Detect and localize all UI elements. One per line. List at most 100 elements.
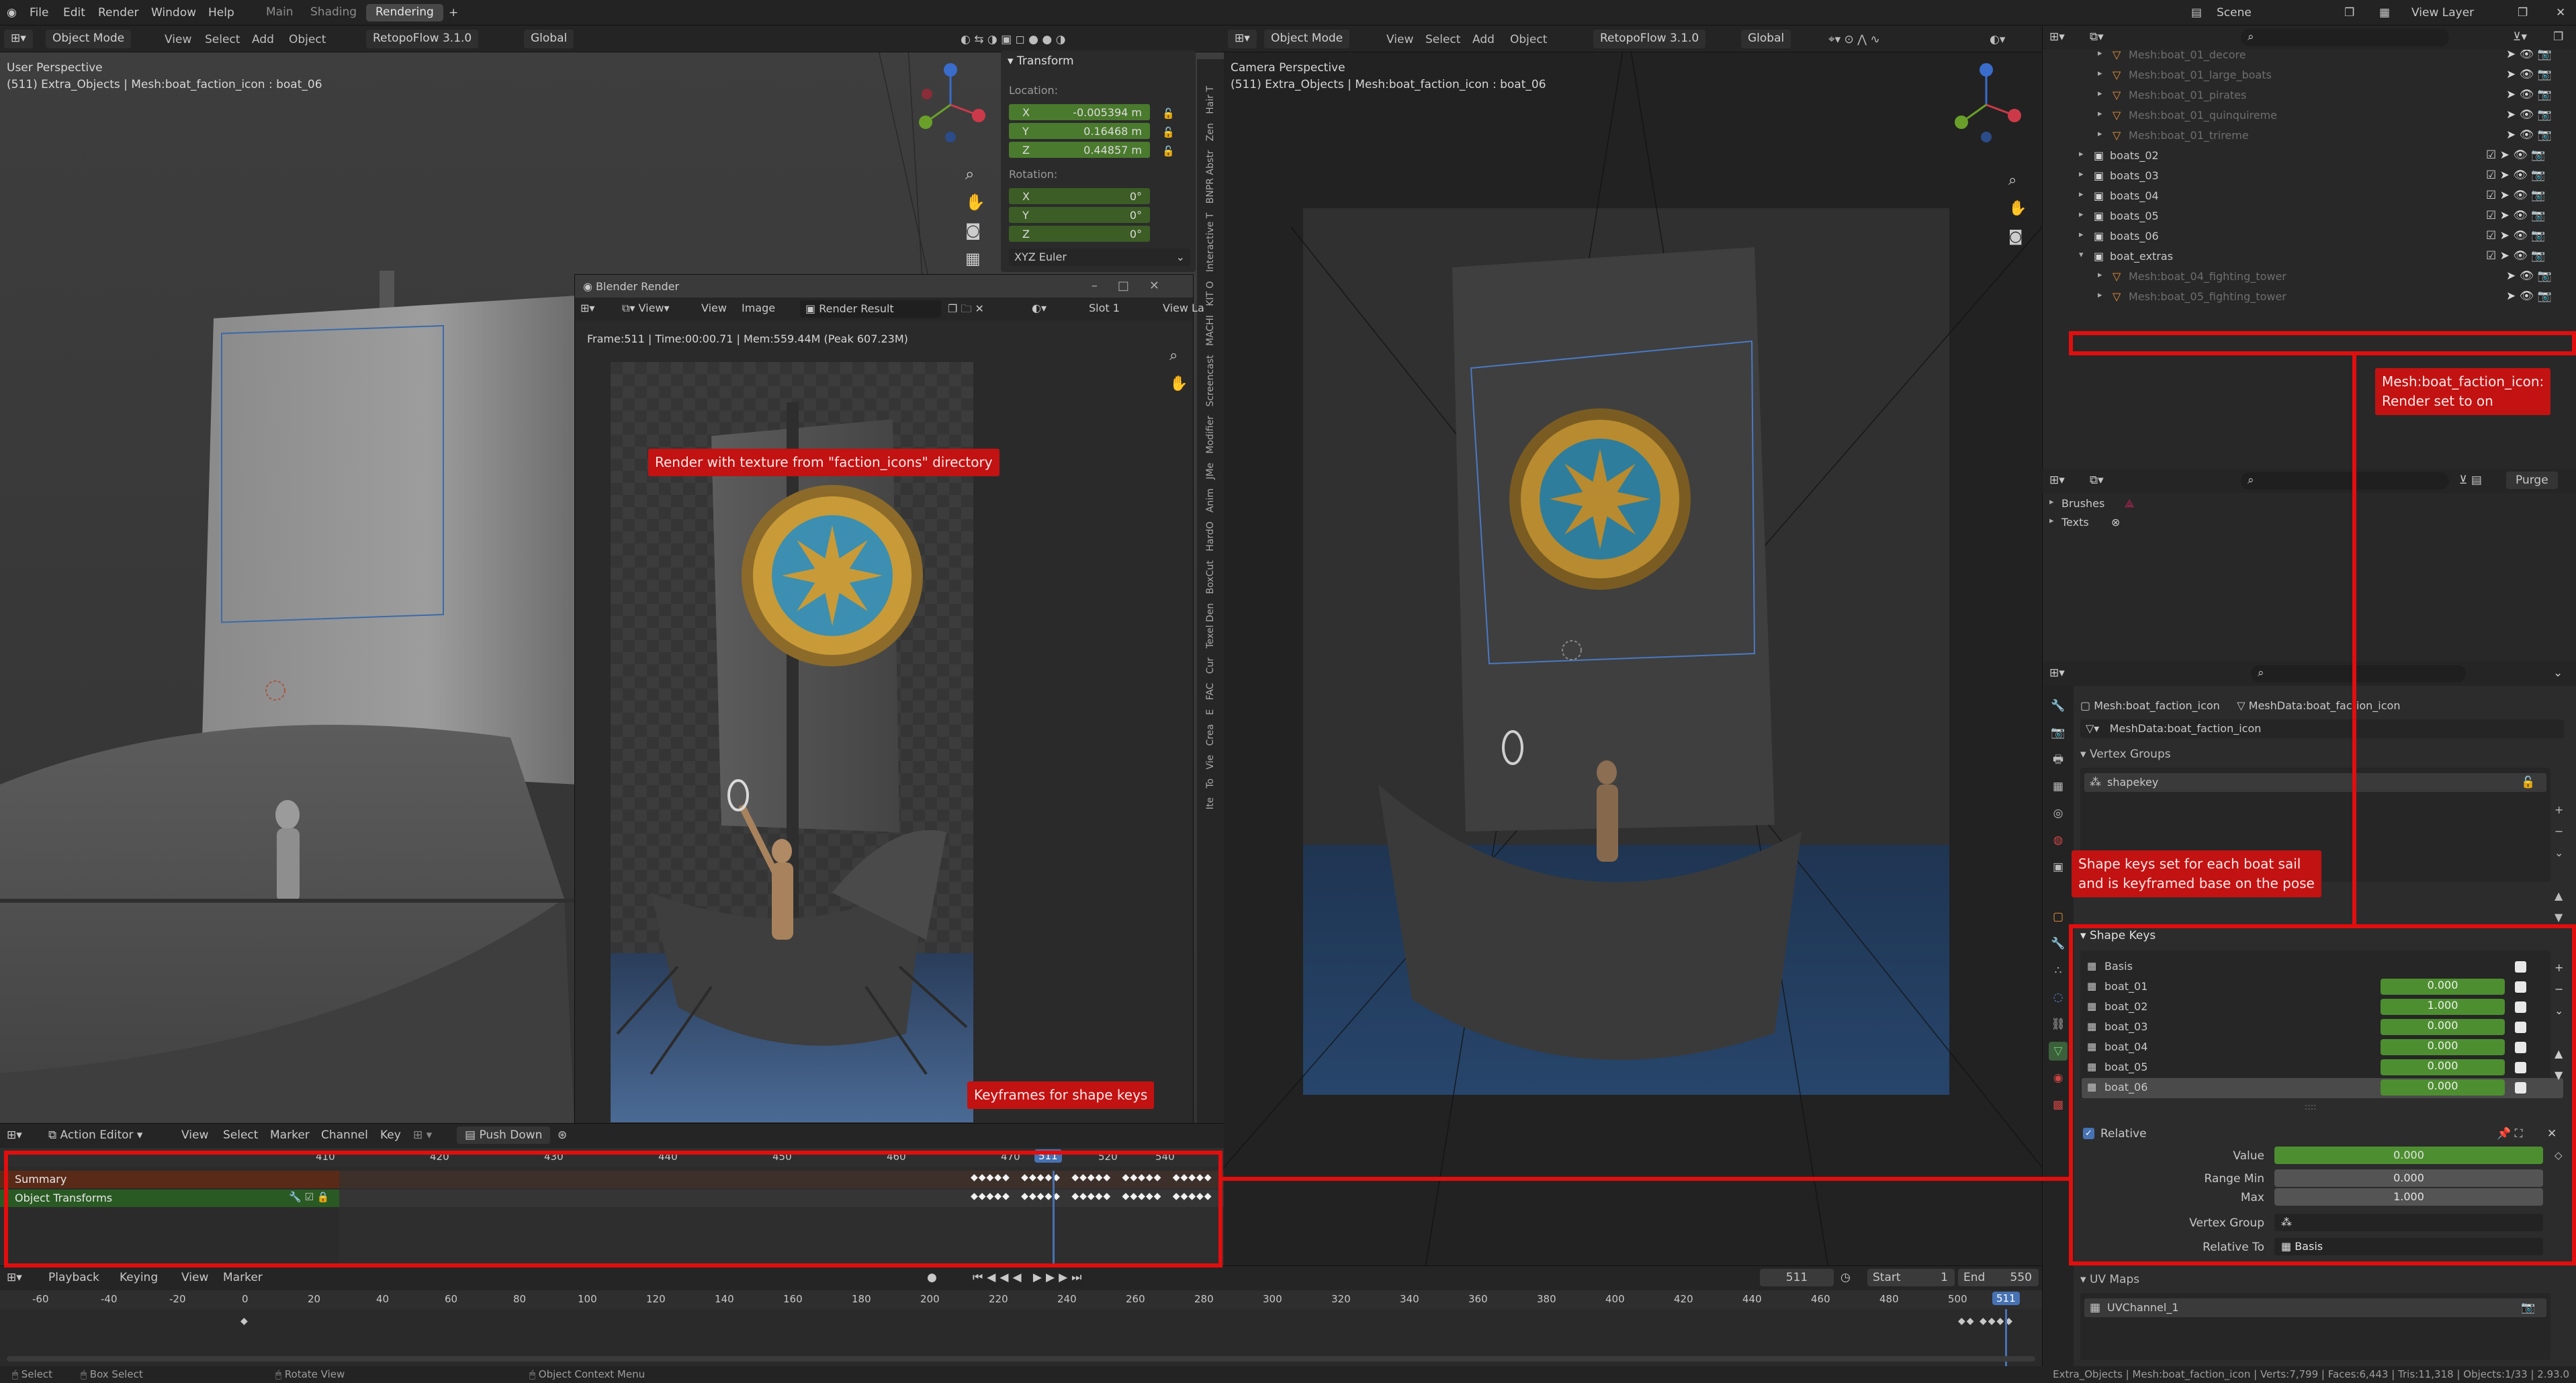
transform-panel-title[interactable]: ▾ Transform — [1008, 54, 1074, 68]
editor-mode-dropdown[interactable]: ⧉ Action Editor ▾ — [48, 1128, 142, 1142]
tab-hardops[interactable]: HardO — [1205, 521, 1216, 551]
tab-item[interactable]: Ite — [1205, 797, 1216, 809]
tab-jme[interactable]: JMe — [1205, 463, 1216, 480]
expand-arrow-icon[interactable]: ▸ — [2079, 189, 2084, 199]
tab-tool[interactable]: To — [1205, 778, 1216, 789]
breadcrumb-object[interactable]: Mesh:boat_faction_icon — [2094, 699, 2220, 712]
outliner-row[interactable]: ▸ ▣ boats_03 ☑ ➤ 👁 📷 — [2043, 165, 2576, 185]
editor-type-icon[interactable]: ⊞▾ — [7, 1271, 22, 1284]
blender-logo-icon[interactable]: ◉ — [7, 6, 17, 19]
sidebar-tab-labels[interactable]: Ite To Vie Crea E FAC Cur Texel Den BoxC… — [1204, 86, 1217, 809]
visibility-toggles[interactable]: ☑ ➤ 👁 📷 — [2486, 249, 2545, 263]
mesh-data-selector[interactable]: ▽▾ MeshData:boat_faction_icon — [2080, 719, 2564, 738]
lock-icons[interactable]: 🔓 🔓 🔓 — [1162, 104, 1175, 161]
tab-boxcut[interactable]: BoxCut — [1205, 560, 1216, 594]
rotation-mode-dropdown[interactable]: XYZ Euler ⌄ — [1009, 249, 1190, 266]
display-mode-icon[interactable]: ⧉▾ — [2090, 30, 2104, 44]
tab-bnpr[interactable]: BNPR Abstr — [1205, 150, 1216, 204]
view-layer-close-icon[interactable]: ✕ — [2556, 6, 2565, 19]
tab-view[interactable]: Vie — [1205, 755, 1216, 770]
pan-hand-icon[interactable]: ✋ — [965, 188, 985, 216]
tab-texel-den[interactable]: Texel Den — [1205, 603, 1216, 649]
render-result-dropdown[interactable]: ▣ Render Result — [800, 300, 941, 318]
visibility-toggles[interactable]: ☑ ➤ 👁 📷 — [2486, 189, 2545, 202]
stash-icon[interactable]: ⊛ — [558, 1128, 567, 1142]
tab-anim[interactable]: Anim — [1205, 488, 1216, 512]
lock-icon[interactable]: 🔓 — [2521, 776, 2535, 789]
new-collection-icon[interactable]: ❐ — [2553, 30, 2563, 44]
location-y-field[interactable]: Y 0.16468 m — [1009, 123, 1150, 139]
menu-object[interactable]: Object — [1510, 33, 1547, 46]
menu-view[interactable]: View — [1386, 33, 1413, 46]
navigation-gizmo[interactable] — [1949, 58, 2023, 159]
outliner-row[interactable]: ▸ ▽ Mesh:boat_01_quinquireme ➤ 👁 📷 — [2043, 105, 2576, 125]
workspace-tab-main[interactable]: Main — [257, 4, 303, 21]
rotation-x-field[interactable]: X 0° — [1009, 188, 1150, 204]
tab-machin3[interactable]: MACHI — [1205, 315, 1216, 346]
preview-range-icon[interactable]: ◷ — [1840, 1271, 1851, 1284]
editor-type-icon[interactable]: ⊞▾ — [2049, 474, 2065, 487]
output-tab-icon[interactable]: 🖶 — [2049, 750, 2068, 769]
object-tab-icon[interactable]: ▢ — [2049, 907, 2068, 926]
menu-edit[interactable]: Edit — [63, 6, 85, 19]
visibility-toggles[interactable]: ➤ 👁 📷 — [2506, 289, 2552, 303]
retopoflow-dropdown[interactable]: RetopoFlow 3.1.0 — [1593, 30, 1706, 48]
zoom-icon[interactable]: ⌕ — [965, 160, 985, 188]
camera-view-icon[interactable]: ◙ — [2008, 223, 2027, 251]
expand-arrow-icon[interactable]: ▸ — [2098, 270, 2102, 280]
image-browse-icons[interactable]: ❐ 🗀 ✕ — [948, 302, 984, 320]
expand-arrow-icon[interactable]: ▸ — [2079, 169, 2084, 179]
expand-arrow-icon[interactable]: ▸ — [2098, 129, 2102, 139]
expand-arrow-icon[interactable]: ▸ — [2079, 149, 2084, 159]
menu-marker[interactable]: Marker — [223, 1271, 263, 1284]
outliner-row[interactable]: ▸ ▽ Mesh:boat_01_pirates ➤ 👁 📷 — [2043, 85, 2576, 105]
tab-e[interactable]: E — [1205, 709, 1216, 715]
retopoflow-dropdown[interactable]: RetopoFlow 3.1.0 — [366, 30, 479, 48]
filter-icon[interactable]: ⊻ ▤ — [2459, 474, 2482, 487]
render-menu-view-1[interactable]: ⧉▾ View▾ — [622, 302, 670, 315]
navigation-gizmo[interactable] — [914, 58, 987, 159]
grid-icon[interactable]: ▦ — [965, 244, 985, 273]
rotation-y-field[interactable]: Y 0° — [1009, 207, 1150, 223]
timeline-track[interactable]: ◆ ◆◆ ◆◆◆◆ — [0, 1309, 2042, 1367]
expand-arrow-icon[interactable]: ▸ — [2079, 210, 2084, 220]
menu-view[interactable]: View — [165, 33, 191, 46]
expand-arrow-icon[interactable]: ▸ — [2098, 109, 2102, 119]
filter-icon[interactable]: ⊻▾ — [2513, 30, 2527, 44]
outliner-row[interactable]: ▸ ▣ boats_04 ☑ ➤ 👁 📷 — [2043, 185, 2576, 206]
outliner-row[interactable]: ▸ ▽ Mesh:boat_01_decore ➤ 👁 📷 — [2043, 50, 2576, 64]
menu-add[interactable]: Add — [1472, 33, 1495, 46]
outliner-row[interactable]: ▸ ▽ Mesh:boat_01_trireme ➤ 👁 📷 — [2043, 125, 2576, 145]
menu-view[interactable]: View — [181, 1271, 208, 1284]
uv-map-item[interactable]: ▦ UVChannel_1 📷 — [2084, 1298, 2546, 1317]
tab-modifier[interactable]: Modifier — [1205, 416, 1216, 454]
outliner-row[interactable]: ▸ ▽ Mesh:boat_04_fighting_tower ➤ 👁 📷 — [2043, 266, 2576, 286]
visibility-toggles[interactable]: ☑ ➤ 👁 📷 — [2486, 169, 2545, 182]
collection-tab-icon[interactable]: ▣ — [2049, 858, 2068, 877]
outliner-row[interactable]: ▸ ▣ boats_05 ☑ ➤ 👁 📷 — [2043, 206, 2576, 226]
zoom-icon[interactable]: ⌕ — [2008, 167, 2027, 195]
mode-dropdown[interactable]: Object Mode — [46, 30, 132, 48]
end-frame-field[interactable]: End 550 — [1958, 1269, 2039, 1286]
image-editor-type-icon[interactable]: ⊞▾ — [580, 302, 594, 314]
tab-fac[interactable]: FAC — [1205, 683, 1216, 701]
menu-help[interactable]: Help — [208, 6, 234, 19]
viewport-nav-buttons[interactable]: ⌕ ✋ ◙ — [2008, 167, 2027, 251]
orientation-dropdown[interactable]: Global — [1741, 30, 1791, 48]
render-window-titlebar[interactable]: ◉ Blender Render –□✕ — [575, 275, 1193, 298]
menu-keying[interactable]: Keying — [120, 1271, 158, 1284]
outliner-row[interactable]: ▾ ▣ boat_extras ☑ ➤ 👁 📷 — [2043, 246, 2576, 266]
visibility-toggles[interactable]: ➤ 👁 📷 — [2506, 50, 2552, 61]
menu-render[interactable]: Render — [98, 6, 139, 19]
menu-view[interactable]: View — [181, 1128, 208, 1142]
tab-zen[interactable]: Zen — [1205, 123, 1216, 141]
menu-window[interactable]: Window — [151, 6, 196, 19]
world-tab-icon[interactable]: ◍ — [2049, 831, 2068, 850]
render-tab-icon[interactable]: 📷 — [2049, 723, 2068, 742]
menu-select[interactable]: Select — [205, 33, 240, 46]
tab-screencast[interactable]: Screencast — [1205, 355, 1216, 406]
visibility-toggles[interactable]: ☑ ➤ 👁 📷 — [2486, 148, 2545, 162]
vertex-group-list-buttons[interactable]: + − ⌄ ▲ ▼ — [2555, 799, 2563, 928]
visibility-toggles[interactable]: ➤ 👁 📷 — [2506, 68, 2552, 81]
workspace-tab-rendering[interactable]: Rendering — [366, 4, 443, 21]
